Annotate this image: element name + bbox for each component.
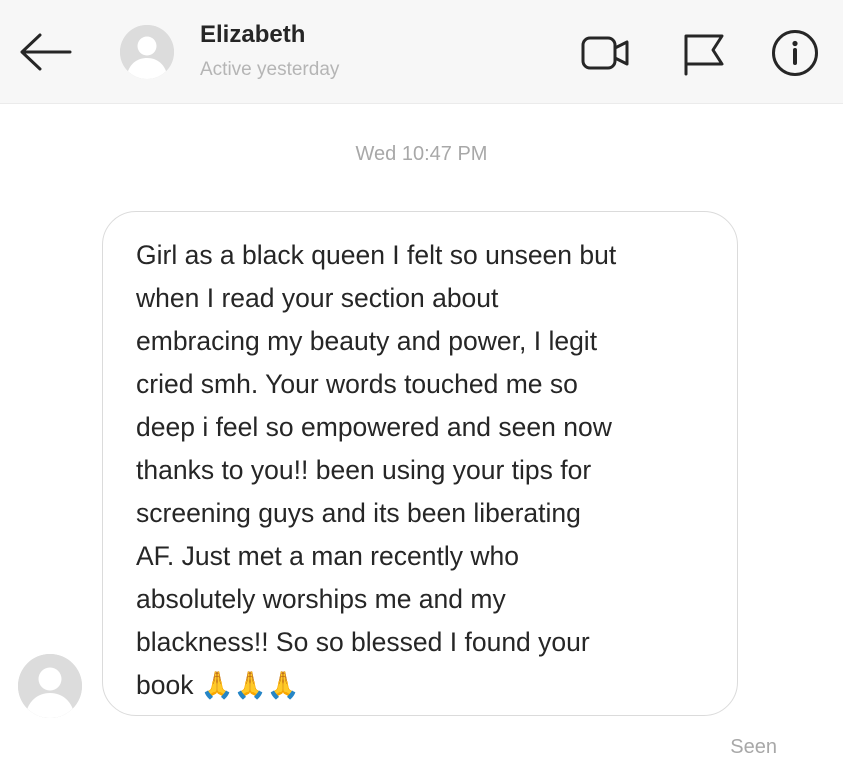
report-button[interactable] <box>675 27 731 79</box>
seen-receipt: Seen <box>730 736 777 758</box>
contact-name[interactable]: Elizabeth <box>200 21 305 49</box>
info-button[interactable] <box>767 27 823 79</box>
arrow-left-icon <box>20 33 72 71</box>
video-camera-icon <box>581 36 629 70</box>
default-avatar-icon <box>18 654 82 718</box>
message-text: Girl as a black queen I felt so unseen b… <box>136 240 617 700</box>
message-bubble[interactable]: Girl as a black queen I felt so unseen b… <box>102 211 738 716</box>
info-icon <box>772 30 818 76</box>
default-avatar-icon <box>120 25 174 79</box>
contact-status: Active yesterday <box>200 59 340 80</box>
message-timestamp: Wed 10:47 PM <box>355 143 488 165</box>
video-call-button[interactable] <box>578 27 634 79</box>
chat-header: Elizabeth Active yesterday <box>0 0 843 104</box>
flag-icon <box>684 34 724 76</box>
back-button[interactable] <box>12 22 76 82</box>
contact-avatar[interactable] <box>120 25 174 79</box>
sender-avatar[interactable] <box>18 654 82 718</box>
